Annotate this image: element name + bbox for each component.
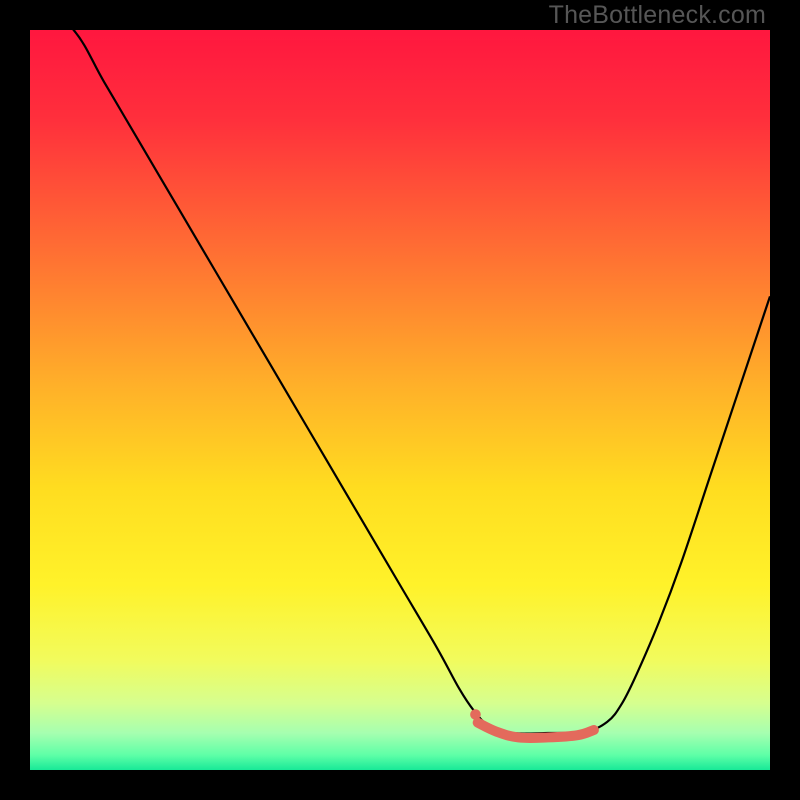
series-bottleneck-curve: [30, 30, 770, 734]
watermark-text: TheBottleneck.com: [549, 1, 766, 30]
series-valley-highlight: [478, 723, 594, 738]
chart-frame: TheBottleneck.com: [0, 0, 800, 800]
chart-curves: [30, 30, 770, 770]
plot-area: [30, 30, 770, 770]
marker-valley-start-dot: [470, 709, 481, 720]
